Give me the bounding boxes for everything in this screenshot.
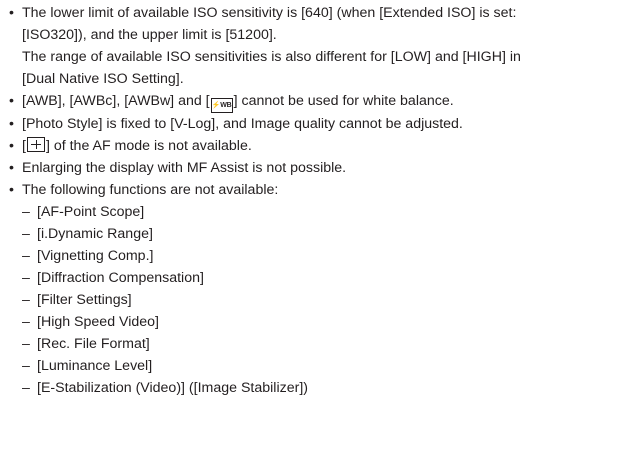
dash-mark: – — [22, 270, 30, 286]
dash-mark: – — [22, 248, 30, 264]
bullet-mark: • — [9, 93, 14, 109]
photo-style-line: [Photo Style] is fixed to [V-Log], and I… — [22, 116, 463, 132]
functions-intro: The following functions are not availabl… — [22, 182, 279, 198]
iso-line-1: The lower limit of available ISO sensiti… — [22, 5, 517, 21]
dash-mark: – — [22, 380, 30, 396]
list-item: – [Filter Settings] — [6, 289, 521, 311]
list-item: – [E-Stabilization (Video)] ([Image Stabi… — [6, 377, 521, 399]
af-text-before: [ — [22, 138, 26, 154]
function-label: [Diffraction Compensation] — [37, 270, 204, 286]
af-mode-line: [ ] of the AF mode is not available. — [22, 135, 521, 157]
function-label: [Rec. File Format] — [37, 336, 150, 352]
bullet-mark: • — [9, 116, 14, 132]
list-item: – [Luminance Level] — [6, 355, 521, 377]
function-label: [High Speed Video] — [37, 314, 159, 330]
iso-line-4: [Dual Native ISO Setting]. — [22, 71, 184, 87]
bullet-mark: • — [9, 5, 14, 21]
af-text-after: ] of the AF mode is not available. — [45, 138, 252, 154]
photo-style-bullet: • [Photo Style] is fixed to [V-Log], and… — [6, 113, 521, 135]
function-label: [Vignetting Comp.] — [37, 248, 154, 264]
dash-mark: – — [22, 204, 30, 220]
function-label: [i.Dynamic Range] — [37, 226, 153, 242]
bullet-mark: • — [9, 182, 14, 198]
iso-sensitivity-bullet: • The lower limit of available ISO sensi… — [6, 2, 521, 90]
unavailable-functions-list: – [AF-Point Scope] – [i.Dynamic Range] – [V… — [6, 201, 521, 399]
wb-text-before: [AWB], [AWBc], [AWBw] and [ — [22, 93, 210, 109]
function-label: [Luminance Level] — [37, 358, 153, 374]
list-item: – [AF-Point Scope] — [6, 201, 521, 223]
af-mode-bullet: • [ ] of the AF mode is not available. — [6, 135, 521, 157]
list-item: – [i.Dynamic Range] — [6, 223, 521, 245]
list-item: – [Rec. File Format] — [6, 333, 521, 355]
wb-text-after: ] cannot be used for white balance. — [233, 93, 454, 109]
mf-assist-line: Enlarging the display with MF Assist is … — [22, 160, 347, 176]
flash-wb-icon: ⚡WB — [210, 98, 233, 113]
list-item: – [Diffraction Compensation] — [6, 267, 521, 289]
function-label: [Filter Settings] — [37, 292, 132, 308]
iso-line-2: [ISO320]), and the upper limit is [51200… — [22, 27, 277, 43]
unavailable-functions-bullet: • The following functions are not availa… — [6, 179, 521, 201]
list-item: – [High Speed Video] — [6, 311, 521, 333]
mf-assist-bullet: • Enlarging the display with MF Assist i… — [6, 157, 521, 179]
function-label: [AF-Point Scope] — [37, 204, 145, 220]
function-label: [E-Stabilization (Video)] ([Image Stabil… — [37, 380, 308, 396]
bullet-mark: • — [9, 160, 14, 176]
af-plus-icon — [26, 137, 45, 152]
iso-line-3: The range of available ISO sensitivities… — [22, 49, 521, 65]
bullet-mark: • — [9, 138, 14, 154]
white-balance-bullet: • [AWB], [AWBc], [AWBw] and [⚡WB] cannot… — [6, 90, 521, 113]
list-item: – [Vignetting Comp.] — [6, 245, 521, 267]
dash-mark: – — [22, 336, 30, 352]
dash-mark: – — [22, 292, 30, 308]
white-balance-line: [AWB], [AWBc], [AWBw] and [⚡WB] cannot b… — [22, 90, 521, 113]
dash-mark: – — [22, 358, 30, 374]
dash-mark: – — [22, 226, 30, 242]
document-page: • The lower limit of available ISO sensi… — [0, 0, 630, 454]
dash-mark: – — [22, 314, 30, 330]
restrictions-list: • The lower limit of available ISO sensi… — [6, 2, 521, 399]
